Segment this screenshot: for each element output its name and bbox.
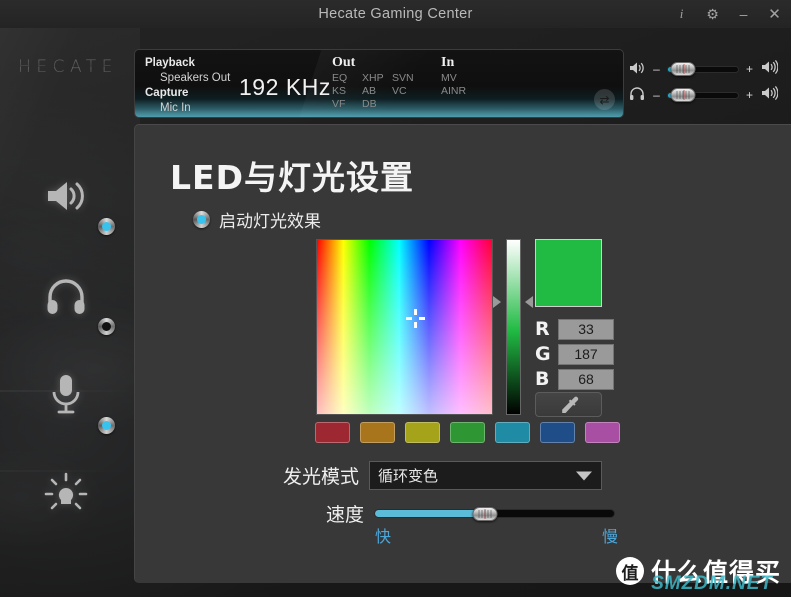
minimize-icon[interactable]: – (735, 4, 752, 24)
sample-rate-value: 192 (239, 74, 279, 100)
hecate-logo: HECATE (12, 55, 124, 79)
out-code[interactable]: KS (332, 85, 362, 98)
blue-label: B (535, 368, 550, 390)
out-code[interactable]: AB (362, 85, 392, 98)
enable-lighting-indicator[interactable] (193, 211, 210, 228)
header-volume-controls: – + – + (628, 56, 779, 108)
speaker-icon (628, 61, 646, 78)
gear-icon[interactable]: ⚙ (704, 4, 721, 24)
volume-increase-button[interactable]: + (745, 62, 754, 76)
swatch-red[interactable] (315, 422, 350, 443)
playback-device: Speakers Out (160, 72, 231, 84)
headphone-volume-slider[interactable] (667, 88, 739, 102)
lighting-mode-value: 循环变色 (378, 467, 439, 485)
speed-fill (375, 510, 485, 517)
out-code[interactable]: VF (332, 98, 362, 111)
out-code[interactable]: XHP (362, 72, 392, 85)
out-code[interactable]: DB (362, 98, 392, 111)
out-title: Out (332, 55, 356, 70)
main-panel: LED与灯光设置 启动灯光效果 R 33 G 187 B 68 发光模式 循环变… (134, 124, 791, 583)
in-title: In (441, 55, 455, 70)
blue-row: B 68 (535, 368, 614, 390)
green-input[interactable]: 187 (558, 343, 614, 365)
swatch-green[interactable] (450, 422, 485, 443)
speaker-max-icon (760, 59, 779, 78)
green-row: G 187 (535, 343, 614, 365)
red-row: R 33 (535, 318, 614, 340)
enable-lighting-label: 启动灯光效果 (219, 212, 321, 232)
sidebar-item-headphone[interactable] (40, 270, 92, 322)
red-label: R (535, 318, 550, 340)
in-effects-block: In MV AINR (441, 54, 485, 98)
capture-device: Mic In (160, 102, 191, 114)
sidebar-item-lighting[interactable] (40, 468, 92, 520)
title-bar: Hecate Gaming Center i ⚙ – ✕ (0, 0, 791, 28)
color-field-cursor (406, 309, 425, 329)
volume-decrease-button[interactable]: – (652, 62, 661, 76)
close-icon[interactable]: ✕ (766, 4, 783, 24)
color-preview (535, 239, 602, 307)
speed-knob[interactable] (472, 506, 498, 521)
app-window: Hecate Gaming Center i ⚙ – ✕ HECATE Play… (0, 0, 791, 597)
out-code[interactable]: SVN (392, 72, 422, 85)
sidebar-status-headphone[interactable] (98, 318, 115, 335)
sidebar-nav (0, 130, 134, 590)
speed-label: 速度 (326, 504, 365, 526)
eyedropper-icon (561, 396, 578, 413)
speed-slow-label: 慢 (601, 527, 618, 546)
speed-slider[interactable] (374, 506, 616, 521)
swatch-orange[interactable] (360, 422, 395, 443)
sidebar-item-speaker[interactable] (40, 170, 92, 222)
lighting-mode-label: 发光模式 (283, 466, 360, 488)
blue-input[interactable]: 68 (558, 368, 614, 390)
sidebar-item-microphone[interactable] (40, 368, 92, 420)
color-field[interactable] (316, 239, 493, 415)
out-code[interactable]: VC (392, 85, 422, 98)
swatch-teal[interactable] (495, 422, 530, 443)
swatch-yellow[interactable] (405, 422, 440, 443)
window-controls: i ⚙ – ✕ (673, 0, 783, 28)
capture-label: Capture (145, 87, 189, 99)
in-code[interactable]: AINR (441, 85, 485, 98)
playback-label: Playback (145, 57, 195, 69)
sample-rate-unit: KHz (285, 74, 331, 100)
speaker-volume-row: – + (628, 56, 779, 82)
watermark-overlay: SMZDM.NET (651, 573, 773, 594)
sample-rate-display: 192 KHz (239, 74, 331, 101)
swap-devices-icon[interactable]: ⇄ (594, 89, 615, 110)
sidebar-status-speaker[interactable] (98, 218, 115, 235)
speaker-max-icon (760, 85, 779, 104)
swatch-blue[interactable] (540, 422, 575, 443)
color-swatches (315, 422, 620, 443)
volume-decrease-button[interactable]: – (652, 88, 661, 102)
page-title: LED与灯光设置 (170, 158, 414, 197)
volume-increase-button[interactable]: + (745, 88, 754, 102)
lighting-mode-select[interactable]: 循环变色 (369, 461, 603, 490)
lighting-mode-row: 发光模式 循环变色 (283, 461, 603, 490)
brightness-marker-left-icon (493, 296, 501, 309)
out-effects-block: Out EQ XHP SVN KS AB VC VF DB (332, 54, 422, 111)
brightness-slider[interactable] (506, 239, 521, 415)
playback-capture-block: Playback Speakers Out Capture Mic In (145, 56, 230, 116)
chevron-down-icon (576, 471, 593, 480)
eyedropper-button[interactable] (535, 392, 602, 417)
out-code[interactable]: EQ (332, 72, 362, 85)
speed-fast-label: 快 (375, 527, 392, 546)
red-input[interactable]: 33 (558, 318, 614, 340)
headphone-icon (628, 86, 646, 104)
headphone-volume-row: – + (628, 82, 779, 108)
in-code[interactable]: MV (441, 72, 471, 85)
brightness-marker-right-icon (525, 296, 533, 309)
audio-info-panel: Playback Speakers Out Capture Mic In 192… (134, 49, 624, 118)
enable-lighting-toggle[interactable]: 启动灯光效果 (193, 207, 321, 232)
green-label: G (535, 343, 551, 365)
sidebar-status-microphone[interactable] (98, 417, 115, 434)
speaker-volume-slider[interactable] (667, 62, 739, 76)
info-icon[interactable]: i (673, 4, 690, 24)
volume-knob[interactable] (670, 88, 696, 102)
volume-knob[interactable] (670, 62, 696, 76)
speed-endpoint-labels: 快 慢 (375, 523, 618, 547)
swatch-purple[interactable] (585, 422, 620, 443)
